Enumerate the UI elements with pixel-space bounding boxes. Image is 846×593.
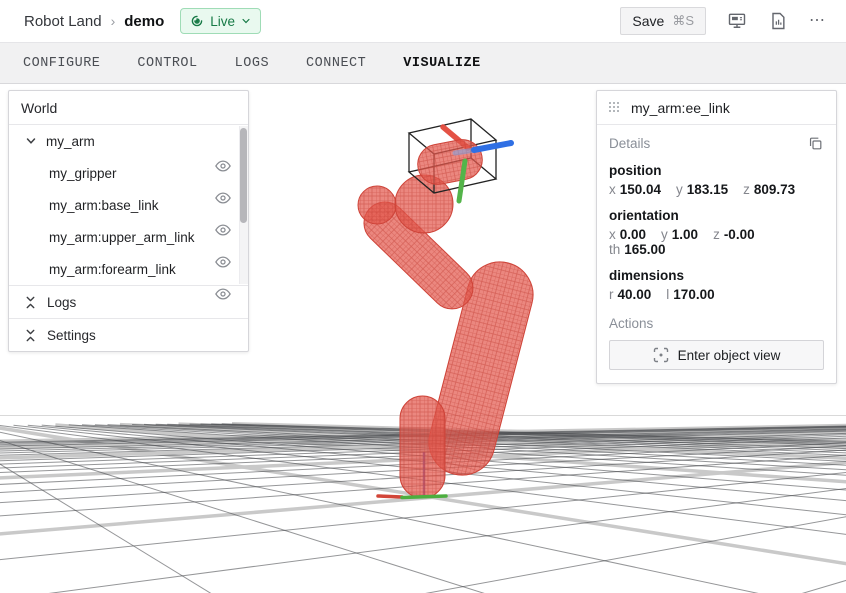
world-panel: World my_arm my_gripper [8,90,249,352]
ee-link-mesh[interactable] [414,136,485,188]
tree-item-my-arm[interactable]: my_arm [9,125,248,157]
actions-label: Actions [609,316,824,331]
position-values: x 150.04 y 183.15 z 809.73 [609,182,824,197]
inspector-header[interactable]: my_arm:ee_link [597,91,836,125]
breadcrumb-separator: › [111,13,116,29]
collapse-icon [24,329,37,342]
inspector-title: my_arm:ee_link [631,100,730,116]
field-key: z [743,182,750,197]
origin-axis-x [378,496,402,497]
tree-item-forearm-link[interactable]: my_arm:forearm_link [9,253,248,285]
field-value: 1.00 [672,227,698,242]
field-key: x [609,227,616,242]
breadcrumb: Robot Land › demo [24,13,164,30]
tab-logs[interactable]: LOGS [235,56,269,71]
breadcrumb-org[interactable]: Robot Land [24,13,102,30]
tree-item-label: my_arm:upper_arm_link [49,230,222,245]
group-name: dimensions [609,268,824,283]
tab-configure[interactable]: CONFIGURE [23,56,100,71]
tab-connect[interactable]: CONNECT [306,56,366,71]
live-label: Live [210,14,235,29]
tree-item-label: my_arm:base_link [49,198,222,213]
top-bar: Robot Land › demo Live Save ⌘S ⋯ [0,0,846,42]
tree-item-base-link[interactable]: my_arm:base_link [9,189,248,221]
breadcrumb-machine[interactable]: demo [124,13,164,30]
field-value: 150.04 [620,182,661,197]
tab-visualize[interactable]: VISUALIZE [403,56,480,71]
origin-axis-y [402,496,446,498]
field-key: z [713,227,720,242]
dimensions-group: dimensions r 40.00 l 170.00 [609,268,824,302]
copy-icon[interactable] [807,135,824,152]
field-key: l [666,287,669,302]
machine-monitor-icon[interactable] [727,11,747,31]
tree-item-label: my_arm:forearm_link [49,262,222,277]
inspector-panel: my_arm:ee_link Details position x 150.04 … [596,90,837,384]
field-value: 809.73 [754,182,795,197]
wrist-joint-small-mesh[interactable] [358,186,396,224]
details-label: Details [609,136,650,151]
orientation-group: orientation x 0.00 y 1.00 z -0.00 th 165.00 [609,208,824,257]
drag-handle-icon[interactable] [609,102,621,114]
field-value: 170.00 [673,287,714,302]
settings-section-toggle[interactable]: Settings [9,318,248,351]
orientation-values: x 0.00 y 1.00 z -0.00 th 165.00 [609,227,824,257]
field-value: 40.00 [618,287,652,302]
tree-item-upper-arm-link[interactable]: my_arm:upper_arm_link [9,221,248,253]
tree-item-my-gripper[interactable]: my_gripper [9,157,248,189]
field-value: 0.00 [620,227,646,242]
world-panel-title: World [9,91,248,125]
tree-scrollbar-track[interactable] [239,126,248,284]
enter-object-view-button[interactable]: Enter object view [609,340,824,370]
field-key: y [661,227,668,242]
field-key: x [609,182,616,197]
tree-item-label: my_arm [46,134,222,149]
chevron-down-icon [241,16,251,26]
field-value: 183.15 [687,182,728,197]
focus-target-icon [653,347,669,363]
chevron-down-icon[interactable] [24,134,38,148]
save-shortcut: ⌘S [672,13,694,29]
settings-section-label: Settings [47,328,96,343]
field-value: -0.00 [724,227,755,242]
group-name: position [609,163,824,178]
report-document-icon[interactable] [768,11,788,31]
visibility-eye-icon[interactable] [214,285,232,303]
position-group: position x 150.04 y 183.15 z 809.73 [609,163,824,197]
group-name: orientation [609,208,824,223]
live-broadcast-icon [190,14,204,28]
tree-item-label: my_gripper [49,166,222,181]
logs-section-label: Logs [47,295,76,310]
tab-control[interactable]: CONTROL [137,56,197,71]
base-link-mesh[interactable] [400,396,445,498]
field-key: th [609,242,620,257]
field-key: y [676,182,683,197]
collapse-icon [24,296,37,309]
save-button[interactable]: Save ⌘S [620,7,706,35]
more-menu-icon[interactable]: ⋯ [809,13,826,29]
field-key: r [609,287,614,302]
live-status-dropdown[interactable]: Live [180,8,261,34]
world-tree: my_arm my_gripper my_arm:base_link [9,125,248,285]
save-label: Save [632,13,664,29]
main-tab-bar: CONFIGURE CONTROL LOGS CONNECT VISUALIZE [0,42,846,84]
dimensions-values: r 40.00 l 170.00 [609,287,824,302]
tree-scrollbar-thumb[interactable] [240,128,247,223]
enter-object-view-label: Enter object view [678,348,781,363]
logs-section-toggle[interactable]: Logs [9,285,248,318]
field-value: 165.00 [624,242,665,257]
